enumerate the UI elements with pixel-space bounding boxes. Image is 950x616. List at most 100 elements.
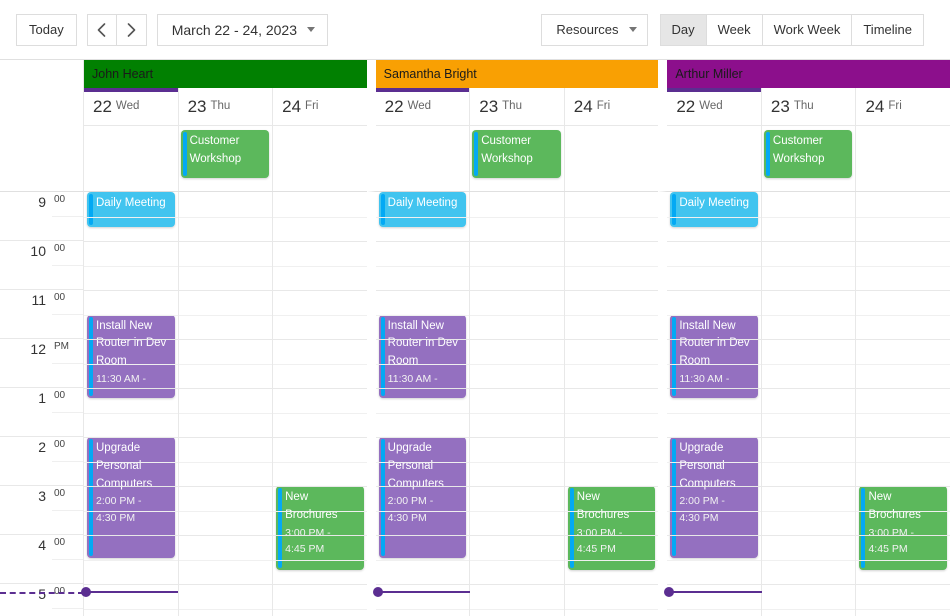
grid-half-hour-line xyxy=(178,314,273,316)
day-column-arthur-23[interactable] xyxy=(761,192,857,616)
date-header-samantha-22[interactable]: 22 Wed xyxy=(375,88,471,126)
grid-hour-line xyxy=(375,535,470,536)
grid-half-hour-line xyxy=(856,265,950,267)
all-day-cell-john-22[interactable] xyxy=(84,126,179,191)
grid-hour-line xyxy=(856,339,950,340)
appointment-customer-workshop[interactable]: Customer Workshop xyxy=(763,130,853,178)
appointment-daily-meeting[interactable]: Daily Meeting xyxy=(87,192,175,227)
day-column-john-22[interactable]: Daily Meeting Install New Router in Dev … xyxy=(84,192,179,616)
previous-period-button[interactable] xyxy=(86,13,117,46)
resources-dropdown[interactable]: Resources xyxy=(541,13,648,46)
day-column-john-23[interactable] xyxy=(178,192,274,616)
all-day-cell-samantha-24[interactable] xyxy=(565,126,659,191)
grid-hour-line xyxy=(470,241,564,242)
appointment-install-router[interactable]: Install New Router in Dev Room 11:30 AM … xyxy=(670,314,758,399)
appointment-time-end: 4:30 PM xyxy=(96,511,136,524)
next-period-button[interactable] xyxy=(116,13,147,46)
today-button[interactable]: Today xyxy=(16,13,77,46)
appointment-time-end: 4:30 PM xyxy=(387,511,427,524)
grid-hour-line xyxy=(84,241,178,242)
appointment-customer-workshop[interactable]: Customer Workshop xyxy=(180,130,270,178)
date-header-john-23[interactable]: 23 Thu xyxy=(178,88,274,126)
grid-half-hour-line xyxy=(761,216,856,218)
view-tab-day[interactable]: Day xyxy=(659,13,707,46)
resource-title-samantha-bright[interactable]: Samantha Bright xyxy=(375,60,659,88)
hour-minutes-label: 00 xyxy=(54,439,66,450)
day-columns-arthur: Daily Meeting Install New Router in Dev … xyxy=(658,192,950,616)
view-tab-week[interactable]: Week xyxy=(706,13,763,46)
grid-hour-line xyxy=(470,339,564,340)
grid-hour-line xyxy=(564,535,659,536)
date-header-arthur-22[interactable]: 22 Wed xyxy=(667,88,762,126)
grid-hour-line xyxy=(84,339,178,340)
grid-half-hour-line xyxy=(470,608,564,610)
appointment-upgrade-computers[interactable]: Upgrade Personal Computers 2:00 PM - 4:3… xyxy=(378,437,467,558)
appointment-new-brochures[interactable]: New Brochures 3:00 PM - 4:45 PM xyxy=(276,486,364,570)
day-column-john-24[interactable]: New Brochures 3:00 PM - 4:45 PM xyxy=(273,192,367,616)
date-header-samantha-23[interactable]: 23 Thu xyxy=(470,88,565,126)
chevron-right-icon xyxy=(127,22,136,37)
appointment-customer-workshop[interactable]: Customer Workshop xyxy=(472,130,561,178)
all-day-group-john: Customer Workshop xyxy=(84,126,367,192)
date-number: 22 xyxy=(93,97,112,116)
day-column-arthur-24[interactable]: New Brochures 3:00 PM - 4:45 PM xyxy=(856,192,950,616)
resource-title-arthur-miller[interactable]: Arthur Miller xyxy=(667,60,950,88)
appointment-upgrade-computers[interactable]: Upgrade Personal Computers 2:00 PM - 4:3… xyxy=(670,437,758,558)
date-header-john-24[interactable]: 24 Fri xyxy=(273,88,367,126)
appointment-time-end: 4:30 PM xyxy=(679,511,719,524)
grid-half-hour-line xyxy=(84,412,178,414)
appointment-title: Customer Workshop xyxy=(772,135,825,165)
date-number: 22 xyxy=(384,97,404,116)
date-weekday: Thu xyxy=(210,99,231,112)
date-header-samantha-24[interactable]: 24 Fri xyxy=(564,88,659,126)
date-header-arthur-24[interactable]: 24 Fri xyxy=(856,88,950,126)
date-header-john-22[interactable]: 22 Wed xyxy=(84,88,179,126)
grid-hour-line xyxy=(84,290,178,291)
grid-hour-line xyxy=(84,388,178,389)
all-day-cell-arthur-24[interactable] xyxy=(856,126,950,191)
day-column-samantha-22[interactable]: Daily Meeting Install New Router in Dev … xyxy=(375,192,471,616)
grid-half-hour-line xyxy=(273,363,367,365)
grid-hour-line xyxy=(667,290,761,291)
grid-hour-line xyxy=(856,241,950,242)
hour-minutes-label: PM xyxy=(54,341,69,352)
view-tab-work-week[interactable]: Work Week xyxy=(762,13,853,46)
appointment-new-brochures[interactable]: New Brochures 3:00 PM - 4:45 PM xyxy=(567,486,656,570)
chevron-down-icon xyxy=(307,27,315,32)
day-column-samantha-24[interactable]: New Brochures 3:00 PM - 4:45 PM xyxy=(564,192,659,616)
view-tab-timeline[interactable]: Timeline xyxy=(852,13,924,46)
appointment-daily-meeting[interactable]: Daily Meeting xyxy=(670,192,758,227)
grid-half-hour-line xyxy=(84,559,178,561)
grid-half-hour-line xyxy=(273,265,367,267)
resource-title-john-heart[interactable]: John Heart xyxy=(84,60,367,88)
grid-hour-line xyxy=(273,584,367,585)
all-day-cell-john-23[interactable]: Customer Workshop xyxy=(179,126,274,191)
grid-hour-line xyxy=(564,486,659,487)
all-day-cell-arthur-23[interactable]: Customer Workshop xyxy=(762,126,857,191)
grid-half-hour-line xyxy=(667,216,761,218)
appointment-install-router[interactable]: Install New Router in Dev Room 11:30 AM … xyxy=(378,314,467,399)
grid-hour-line xyxy=(761,339,856,340)
appointment-upgrade-computers[interactable]: Upgrade Personal Computers 2:00 PM - 4:3… xyxy=(87,437,175,558)
appointment-daily-meeting[interactable]: Daily Meeting xyxy=(378,192,467,227)
grid-hour-line xyxy=(761,535,856,536)
hour-label: 5 xyxy=(38,586,46,602)
date-range-dropdown[interactable]: March 22 - 24, 2023 xyxy=(156,13,328,46)
appointment-new-brochures[interactable]: New Brochures 3:00 PM - 4:45 PM xyxy=(859,486,948,570)
grid-half-hour-line xyxy=(761,265,856,267)
grid-half-hour-line xyxy=(178,559,273,561)
grid-hour-line xyxy=(84,486,178,487)
day-column-arthur-22[interactable]: Daily Meeting Install New Router in Dev … xyxy=(667,192,762,616)
day-column-samantha-23[interactable] xyxy=(470,192,565,616)
grid-hour-line xyxy=(273,535,367,536)
date-header-arthur-23[interactable]: 23 Thu xyxy=(761,88,857,126)
appointment-install-router[interactable]: Install New Router in Dev Room 11:30 AM … xyxy=(87,314,175,399)
grid-half-hour-line xyxy=(667,510,761,512)
grid-half-hour-line xyxy=(667,559,761,561)
all-day-cell-john-24[interactable] xyxy=(273,126,367,191)
grid-hour-line xyxy=(470,437,564,438)
all-day-cell-samantha-23[interactable]: Customer Workshop xyxy=(470,126,565,191)
scheduler-body: 9 00 10 00 11 00 12 PM 1 00 2 00 3 00 4 00 5 00 Daily Mee… xyxy=(0,192,950,616)
all-day-cell-arthur-22[interactable] xyxy=(667,126,762,191)
all-day-cell-samantha-22[interactable] xyxy=(376,126,471,191)
